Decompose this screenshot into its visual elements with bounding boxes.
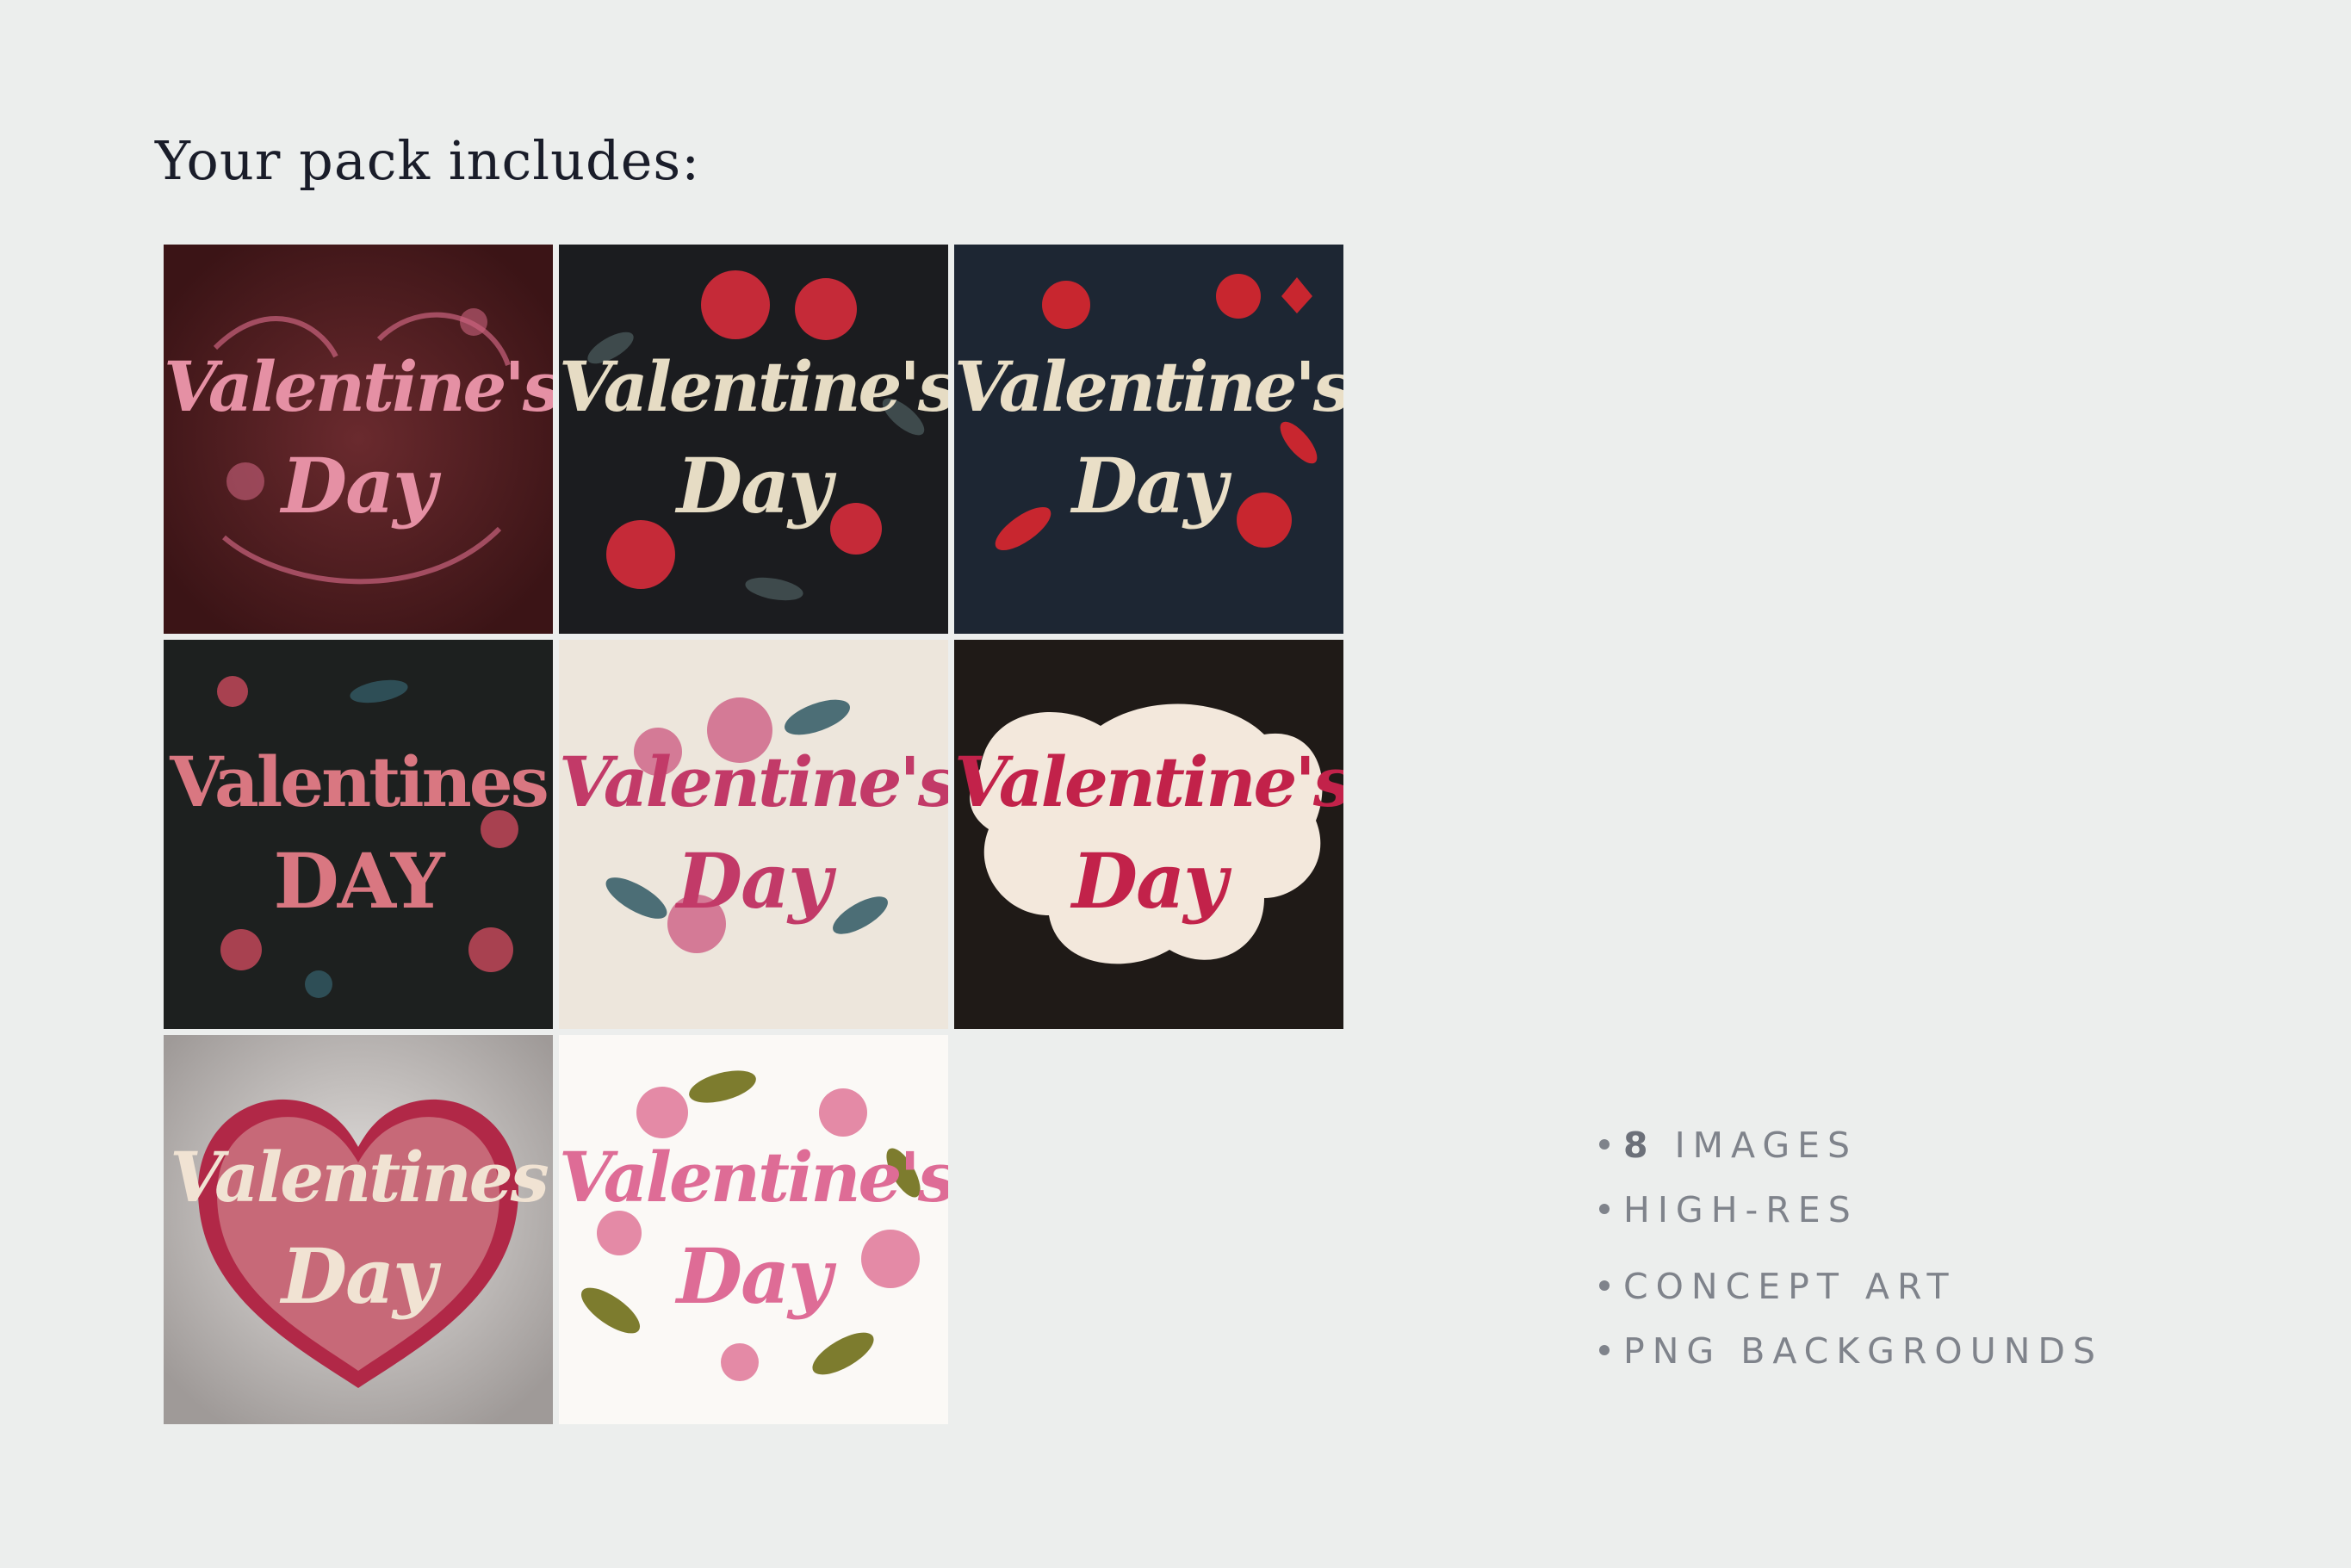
preview-image-7: Valentines Day	[164, 1035, 553, 1424]
feature-label: PNG BACKGROUNDS	[1623, 1330, 2103, 1372]
valentines-art-5	[559, 640, 948, 1029]
valentines-art-8	[559, 1035, 948, 1424]
preview-image-3: Valentine's Day	[954, 245, 1343, 634]
valentines-art-6	[954, 640, 1343, 1029]
tile-title-line2: Day	[281, 1231, 437, 1321]
preview-image-5: Valentine's Day	[559, 640, 948, 1029]
tile-title-line2: Day	[1071, 441, 1227, 530]
tile-title-line2: Day	[676, 836, 832, 926]
valentines-art-4	[164, 640, 553, 1029]
bullet-icon	[1599, 1345, 1610, 1355]
tile-title-line1: Valentine's	[559, 741, 948, 822]
tile-title-line2: Day	[1071, 836, 1227, 926]
feature-item-concept-art: CONCEPT ART	[1599, 1265, 1957, 1308]
bullet-icon	[1599, 1204, 1610, 1214]
feature-item-images: 8 IMAGES	[1599, 1124, 1858, 1167]
preview-image-1: Valentine's Day	[164, 245, 553, 634]
preview-image-2: Valentine's Day	[559, 245, 948, 634]
tile-title-line1: Valentines	[170, 1137, 549, 1218]
tile-title-line1: Valentine's	[954, 741, 1343, 822]
tile-title-line2: DAY	[273, 836, 444, 926]
pack-title: Your pack includes:	[155, 129, 701, 192]
tile-title-line2: Day	[676, 441, 832, 530]
bullet-icon	[1599, 1280, 1610, 1291]
preview-image-4: Valentines DAY	[164, 640, 553, 1029]
tile-title-line1: Valentine's	[954, 346, 1343, 427]
tile-title-line2: Day	[676, 1231, 832, 1321]
tile-title-line1: Valentines	[170, 741, 549, 822]
feature-label: CONCEPT ART	[1623, 1266, 1957, 1307]
valentines-art-7	[164, 1035, 553, 1424]
image-grid: Valentine's Day Valentine's Day Valentin…	[164, 245, 1343, 1424]
valentines-art-1	[164, 245, 553, 634]
tile-title-line1: Valentine's	[559, 346, 948, 427]
valentines-art-2	[559, 245, 948, 634]
feature-item-png-backgrounds: PNG BACKGROUNDS	[1599, 1329, 2103, 1373]
feature-label: HIGH-RES	[1623, 1189, 1858, 1230]
bullet-icon	[1599, 1139, 1610, 1150]
preview-image-8: Valentine's Day	[559, 1035, 948, 1424]
feature-count: 8	[1623, 1125, 1656, 1166]
feature-item-high-res: HIGH-RES	[1599, 1188, 1858, 1231]
tile-title-line2: Day	[281, 441, 437, 530]
valentines-art-3	[954, 245, 1343, 634]
tile-title-line1: Valentine's	[164, 346, 553, 427]
preview-image-6: Valentine's Day	[954, 640, 1343, 1029]
feature-label: IMAGES	[1674, 1125, 1858, 1166]
tile-title-line1: Valentine's	[559, 1137, 948, 1218]
